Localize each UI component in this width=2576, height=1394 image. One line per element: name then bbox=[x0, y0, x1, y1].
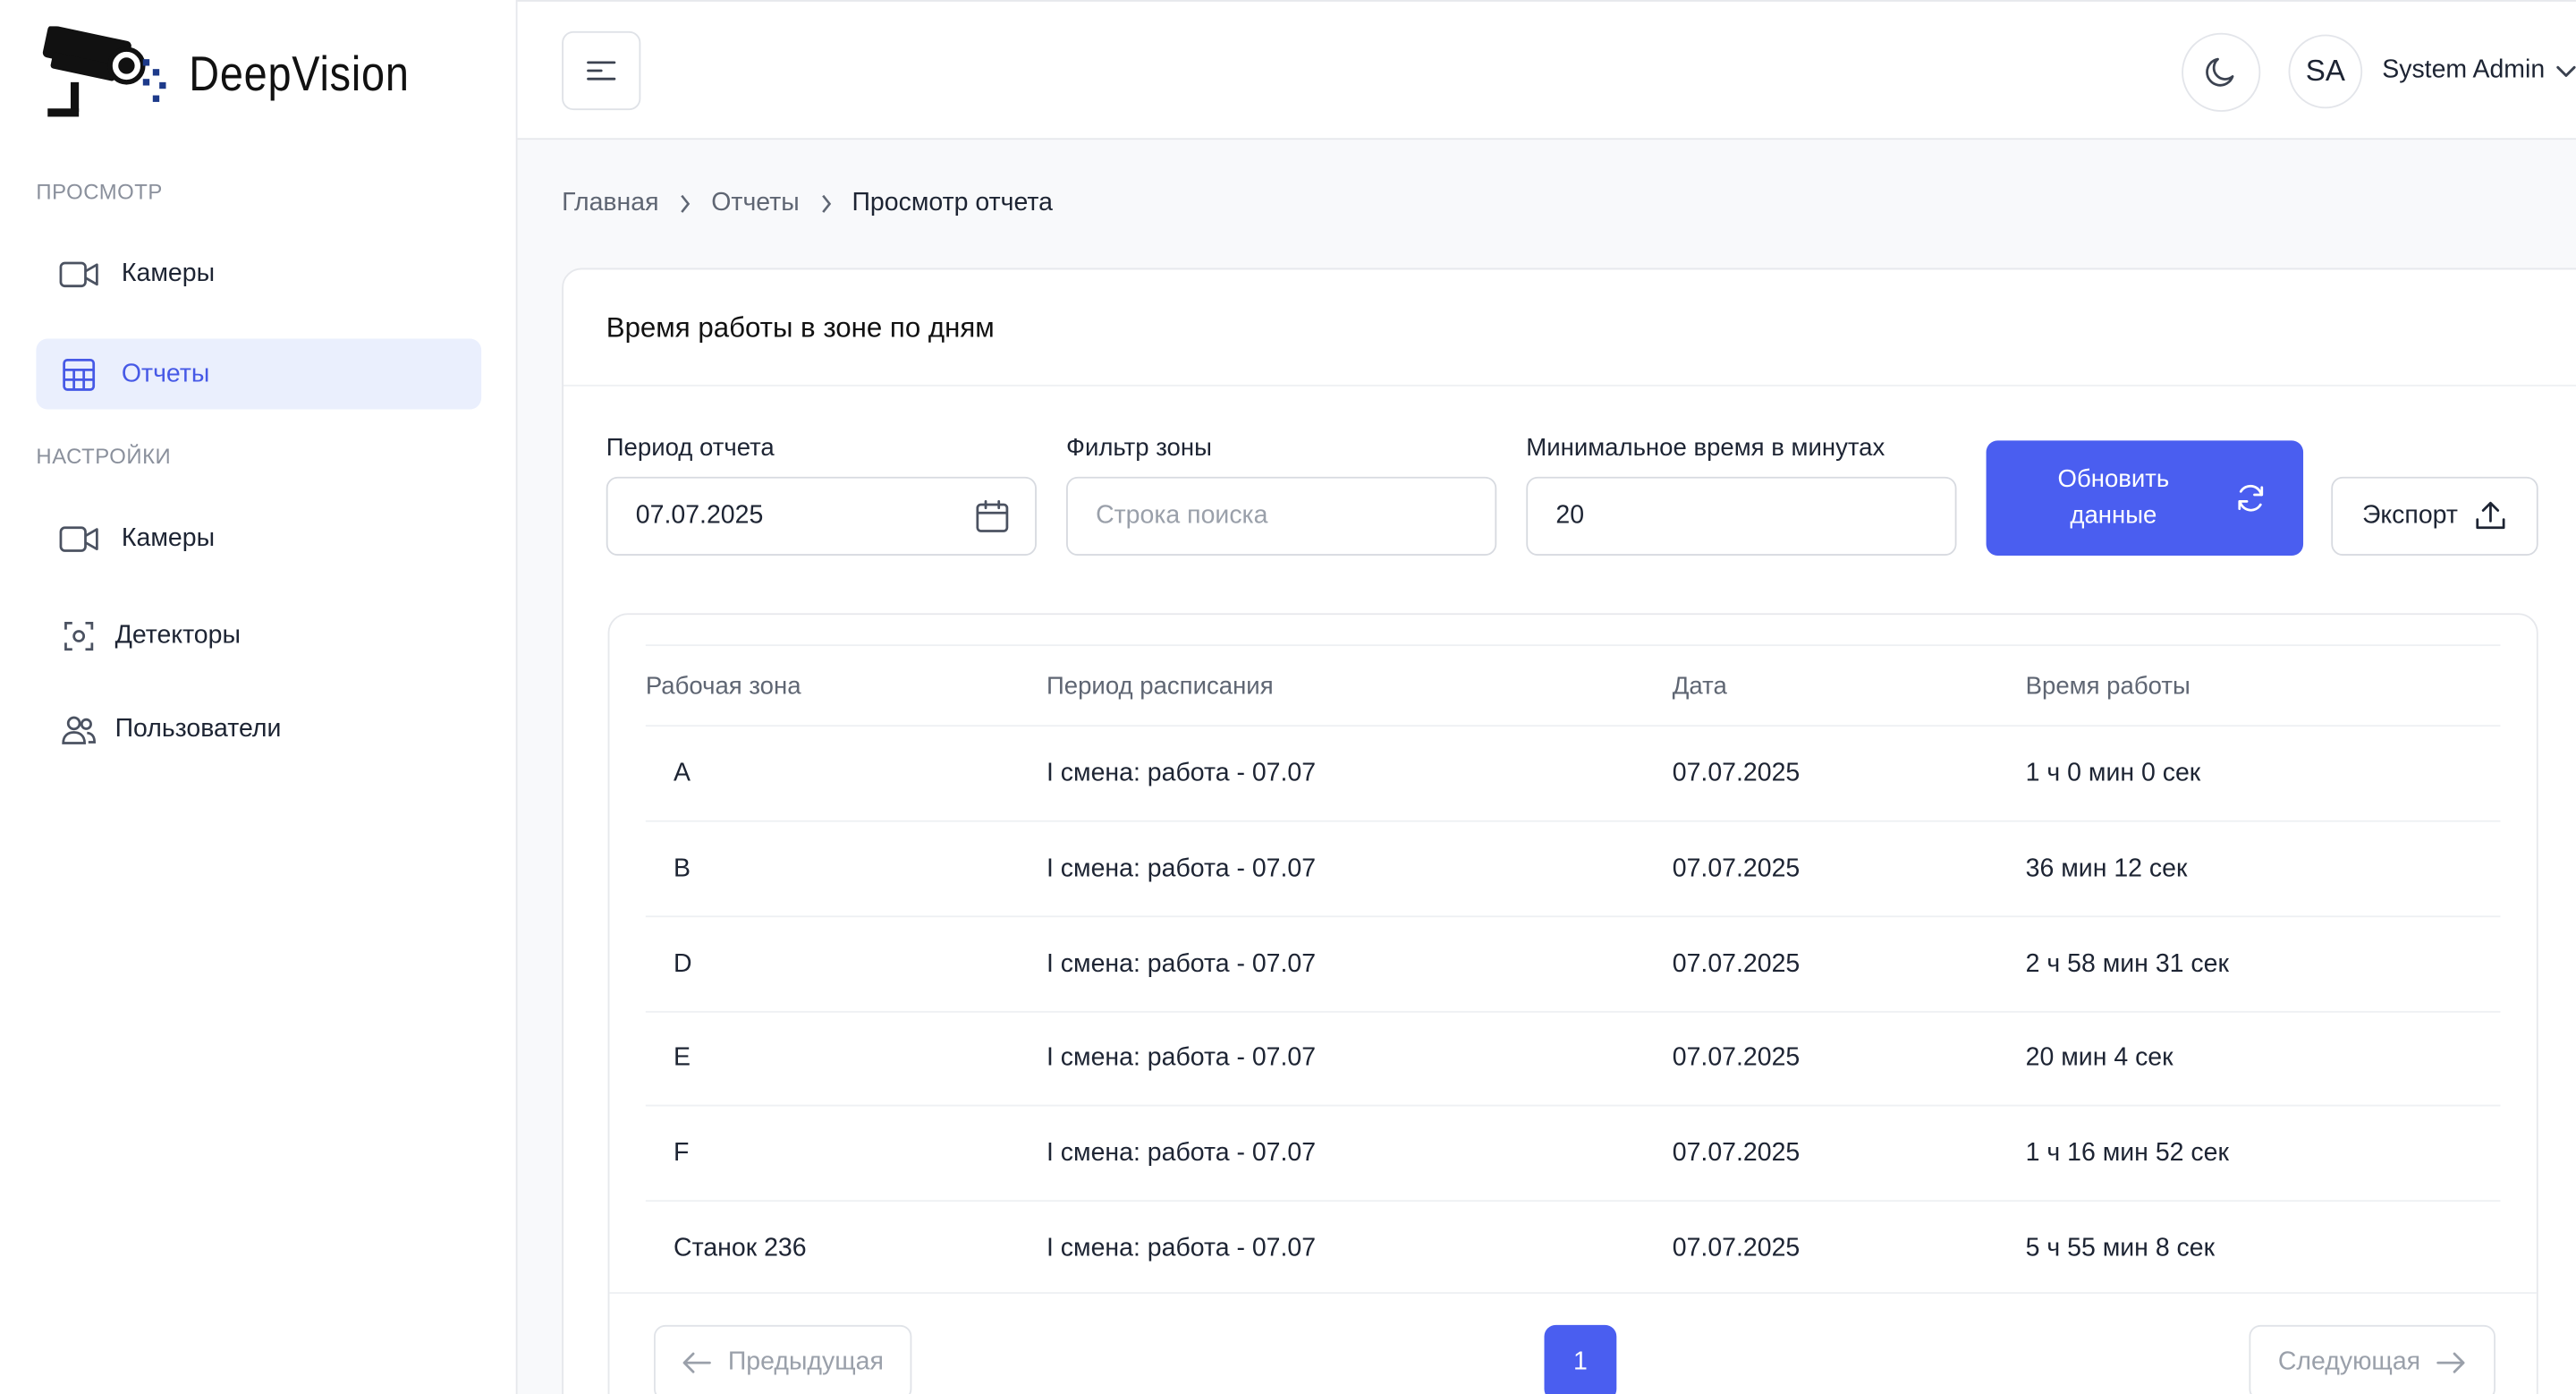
period-date-field[interactable]: 07.07.2025 bbox=[606, 476, 1037, 557]
chevron-right-icon bbox=[679, 194, 692, 214]
sidebar-item-label: Камеры bbox=[121, 259, 216, 287]
calendar-icon bbox=[976, 499, 1009, 532]
table-header: Рабочая зона Период расписания Дата Врем… bbox=[645, 644, 2501, 727]
cell-period: I смена: работа - 07.07 bbox=[1046, 1043, 1317, 1072]
cell-zone: A bbox=[674, 759, 691, 788]
security-camera-logo-icon bbox=[42, 26, 166, 117]
table-row[interactable]: F I смена: работа - 07.07 07.07.2025 1 ч… bbox=[645, 1107, 2501, 1203]
cell-period: I смена: работа - 07.07 bbox=[1046, 949, 1317, 979]
min-time-input[interactable]: 20 bbox=[1526, 476, 1957, 557]
sidebar-item-label: Детекторы bbox=[114, 620, 241, 649]
column-header-period: Период расписания bbox=[1046, 672, 1274, 701]
arrow-left-icon bbox=[682, 1352, 712, 1373]
video-camera-icon bbox=[59, 519, 98, 558]
top-bar: SA System Admin bbox=[517, 0, 2576, 140]
cell-time: 1 ч 0 мин 0 сек bbox=[2025, 759, 2201, 788]
sidebar-item-label: Пользователи bbox=[114, 714, 282, 743]
report-card: Время работы в зоне по дням Период отчет… bbox=[562, 268, 2576, 1394]
cell-period: I смена: работа - 07.07 bbox=[1046, 1139, 1317, 1168]
previous-label: Предыдущая bbox=[727, 1347, 884, 1376]
cell-period: I смена: работа - 07.07 bbox=[1046, 1234, 1317, 1263]
breadcrumb-reports[interactable]: Отчеты bbox=[711, 189, 799, 218]
divider bbox=[563, 384, 2576, 387]
video-camera-icon bbox=[59, 254, 98, 293]
next-page-button[interactable]: Следующая bbox=[2249, 1324, 2496, 1394]
menu-icon bbox=[587, 61, 616, 81]
section-label-settings: НАСТРОЙКИ bbox=[36, 444, 172, 469]
sidebar-item-cameras-view[interactable]: Камеры bbox=[36, 238, 481, 309]
table-row[interactable]: B I смена: работа - 07.07 07.07.2025 36 … bbox=[645, 822, 2501, 918]
period-label: Период отчета bbox=[606, 434, 775, 463]
users-icon bbox=[59, 710, 98, 749]
table-row[interactable]: E I смена: работа - 07.07 07.07.2025 20 … bbox=[645, 1011, 2501, 1107]
arrow-right-icon bbox=[2436, 1352, 2466, 1373]
export-button[interactable]: Экспорт bbox=[2331, 476, 2538, 557]
cell-zone: F bbox=[674, 1139, 690, 1168]
column-header-date: Дата bbox=[1672, 672, 1727, 701]
sidebar-item-reports[interactable]: Отчеты bbox=[36, 338, 482, 410]
cell-time: 1 ч 16 мин 52 сек bbox=[2025, 1139, 2229, 1168]
previous-page-button[interactable]: Предыдущая bbox=[654, 1324, 912, 1394]
user-name: System Admin bbox=[2382, 55, 2546, 84]
cell-date: 07.07.2025 bbox=[1672, 1139, 1801, 1168]
detector-focus-icon bbox=[59, 616, 98, 655]
section-label-view: ПРОСМОТР bbox=[36, 179, 163, 204]
sidebar: DeepVision ПРОСМОТР Камеры Отчеты НАСТРО… bbox=[0, 0, 518, 1394]
page-title: Время работы в зоне по дням bbox=[606, 312, 995, 344]
sidebar-item-cameras-settings[interactable]: Камеры bbox=[36, 503, 481, 574]
zone-filter-label: Фильтр зоны bbox=[1066, 434, 1212, 463]
cell-date: 07.07.2025 bbox=[1672, 759, 1801, 788]
avatar[interactable]: SA bbox=[2288, 34, 2363, 109]
cell-zone: Станок 236 bbox=[674, 1234, 807, 1263]
sidebar-item-users[interactable]: Пользователи bbox=[36, 693, 481, 764]
user-menu[interactable]: System Admin bbox=[2382, 55, 2576, 85]
refresh-icon bbox=[2233, 481, 2267, 514]
column-header-zone: Рабочая зона bbox=[645, 672, 801, 701]
moon-icon bbox=[2206, 57, 2234, 87]
refresh-label: Обновить данные bbox=[2057, 464, 2170, 530]
sidebar-item-label: Отчеты bbox=[121, 359, 210, 387]
refresh-data-button[interactable]: Обновить данные bbox=[1986, 440, 2304, 557]
cell-date: 07.07.2025 bbox=[1672, 1043, 1801, 1072]
min-time-label: Минимальное время в минутах bbox=[1526, 434, 1885, 463]
cell-date: 07.07.2025 bbox=[1672, 854, 1801, 883]
breadcrumb-home[interactable]: Главная bbox=[562, 189, 658, 218]
table-footer-divider bbox=[609, 1292, 2537, 1294]
cell-period: I смена: работа - 07.07 bbox=[1046, 759, 1317, 788]
theme-toggle-button[interactable] bbox=[2182, 32, 2261, 112]
sidebar-item-label: Камеры bbox=[121, 523, 216, 552]
cell-zone: E bbox=[674, 1043, 691, 1072]
table-grid-icon bbox=[59, 354, 98, 394]
app-canvas: DeepVision ПРОСМОТР Камеры Отчеты НАСТРО… bbox=[0, 0, 2576, 1394]
breadcrumb-current: Просмотр отчета bbox=[852, 189, 1053, 217]
chevron-down-icon bbox=[2556, 65, 2576, 77]
cell-zone: D bbox=[674, 949, 692, 979]
cell-time: 20 мин 4 сек bbox=[2025, 1043, 2174, 1072]
app-name: DeepVision bbox=[189, 47, 410, 102]
report-table: Рабочая зона Период расписания Дата Врем… bbox=[607, 613, 2538, 1394]
cell-zone: B bbox=[674, 854, 691, 883]
upload-icon bbox=[2476, 501, 2505, 530]
cell-date: 07.07.2025 bbox=[1672, 1234, 1801, 1263]
logo[interactable]: DeepVision bbox=[41, 26, 448, 124]
cell-time: 5 ч 55 мин 8 сек bbox=[2025, 1234, 2216, 1263]
table-row[interactable]: A I смена: работа - 07.07 07.07.2025 1 ч… bbox=[645, 727, 2501, 822]
chevron-right-icon bbox=[819, 194, 833, 214]
breadcrumb: Главная Отчеты Просмотр отчета bbox=[562, 189, 1053, 218]
column-header-time: Время работы bbox=[2025, 672, 2190, 701]
cell-time: 2 ч 58 мин 31 сек bbox=[2025, 949, 2229, 979]
cell-date: 07.07.2025 bbox=[1672, 949, 1801, 979]
period-value: 07.07.2025 bbox=[635, 501, 764, 530]
next-label: Следующая bbox=[2277, 1347, 2421, 1376]
export-label: Экспорт bbox=[2361, 501, 2458, 530]
table-row[interactable]: D I смена: работа - 07.07 07.07.2025 2 ч… bbox=[645, 917, 2501, 1013]
cell-period: I смена: работа - 07.07 bbox=[1046, 854, 1317, 883]
sidebar-item-detectors[interactable]: Детекторы bbox=[36, 600, 481, 671]
cell-time: 36 мин 12 сек bbox=[2025, 854, 2188, 883]
menu-toggle-button[interactable] bbox=[562, 30, 641, 111]
zone-search-input[interactable]: Строка поиска bbox=[1066, 476, 1497, 557]
page-number-button[interactable]: 1 bbox=[1544, 1324, 1617, 1394]
table-row[interactable]: Станок 236 I смена: работа - 07.07 07.07… bbox=[646, 1202, 2501, 1297]
